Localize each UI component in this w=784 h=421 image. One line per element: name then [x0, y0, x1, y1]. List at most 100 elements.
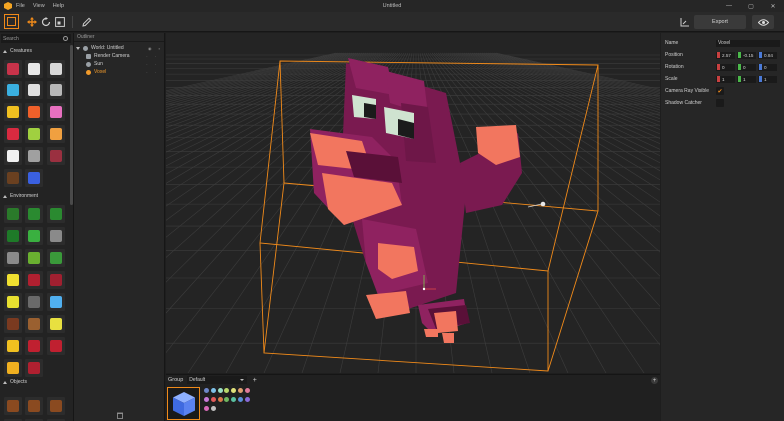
color-swatch[interactable]: [244, 388, 250, 393]
color-swatch[interactable]: [224, 397, 230, 402]
color-swatch[interactable]: [231, 397, 237, 402]
library-asset-thumbnail[interactable]: [4, 125, 22, 143]
color-swatch[interactable]: [237, 388, 243, 393]
visibility-lock-controls[interactable]: ◉ ▪: [148, 46, 163, 51]
3d-viewport[interactable]: [166, 33, 660, 373]
camera-ray-checkbox[interactable]: ✔: [716, 87, 724, 95]
viewport-canvas[interactable]: [166, 33, 660, 373]
library-asset-thumbnail[interactable]: [47, 249, 65, 267]
library-asset-thumbnail[interactable]: [47, 315, 65, 333]
section-objects[interactable]: Objects: [3, 379, 27, 385]
color-swatch[interactable]: [204, 406, 209, 411]
select-tool-button[interactable]: [4, 14, 19, 29]
library-asset-thumbnail[interactable]: [4, 103, 22, 121]
color-swatch[interactable]: [210, 388, 216, 393]
axes-button[interactable]: [680, 17, 690, 27]
close-button[interactable]: ✕: [762, 0, 784, 12]
library-asset-thumbnail[interactable]: [4, 397, 22, 415]
section-creatures[interactable]: Creatures: [3, 48, 32, 54]
rotation-y-field[interactable]: 0: [737, 63, 756, 71]
library-asset-thumbnail[interactable]: [4, 81, 22, 99]
library-asset-thumbnail[interactable]: [47, 60, 65, 78]
preview-button[interactable]: [752, 15, 774, 29]
library-asset-thumbnail[interactable]: [47, 103, 65, 121]
export-button[interactable]: Export: [694, 15, 746, 29]
row-controls[interactable]: · ·: [146, 70, 159, 75]
library-asset-thumbnail[interactable]: [47, 205, 65, 223]
library-asset-thumbnail[interactable]: [4, 315, 22, 333]
library-asset-thumbnail[interactable]: [25, 147, 43, 165]
row-controls[interactable]: · ·: [146, 62, 159, 67]
library-asset-thumbnail[interactable]: [47, 337, 65, 355]
outliner-item-world[interactable]: World: Untitled ◉ ▪: [74, 44, 164, 52]
position-y-field[interactable]: -0.15: [737, 51, 756, 59]
library-asset-thumbnail[interactable]: [4, 147, 22, 165]
library-asset-thumbnail[interactable]: [25, 169, 43, 187]
library-asset-thumbnail[interactable]: [47, 227, 65, 245]
section-environment[interactable]: Environment: [3, 193, 38, 199]
search-input[interactable]: Search: [1, 34, 71, 43]
position-x-field[interactable]: 2.57: [716, 51, 735, 59]
library-asset-thumbnail[interactable]: [25, 81, 43, 99]
library-asset-thumbnail[interactable]: [4, 359, 22, 377]
library-asset-thumbnail[interactable]: [47, 125, 65, 143]
shadow-catcher-checkbox[interactable]: [716, 99, 724, 107]
row-controls[interactable]: · ·: [146, 54, 159, 59]
library-asset-thumbnail[interactable]: [4, 169, 22, 187]
color-swatch[interactable]: [217, 397, 223, 402]
library-asset-thumbnail[interactable]: [47, 397, 65, 415]
library-asset-thumbnail[interactable]: [47, 147, 65, 165]
library-asset-thumbnail[interactable]: [4, 60, 22, 78]
color-swatch[interactable]: [231, 388, 237, 393]
library-asset-thumbnail[interactable]: [25, 249, 43, 267]
move-tool-button[interactable]: [25, 15, 38, 28]
library-asset-thumbnail[interactable]: [25, 227, 43, 245]
menu-view[interactable]: View: [33, 3, 45, 9]
rotation-z-field[interactable]: 0: [758, 63, 777, 71]
color-swatch[interactable]: [204, 388, 209, 393]
rotate-tool-button[interactable]: [39, 15, 52, 28]
add-group-button[interactable]: +: [251, 377, 258, 384]
name-field[interactable]: Voxel: [716, 39, 780, 47]
library-asset-thumbnail[interactable]: [25, 125, 43, 143]
outliner-item-voxel[interactable]: Voxel · ·: [74, 68, 164, 76]
minimize-button[interactable]: —: [718, 0, 740, 12]
menu-file[interactable]: File: [16, 3, 25, 9]
rotation-x-field[interactable]: 0: [716, 63, 735, 71]
material-thumbnail[interactable]: [167, 387, 200, 420]
maximize-button[interactable]: ▢: [740, 0, 762, 12]
group-select[interactable]: Default: [187, 376, 248, 384]
add-material-button[interactable]: +: [651, 377, 658, 384]
library-asset-thumbnail[interactable]: [47, 293, 65, 311]
pencil-tool-button[interactable]: [80, 15, 93, 28]
color-swatch[interactable]: [210, 406, 216, 411]
outliner-item-render-camera[interactable]: Render Camera · ·: [74, 52, 164, 60]
library-asset-thumbnail[interactable]: [25, 337, 43, 355]
library-asset-thumbnail[interactable]: [4, 337, 22, 355]
trash-icon[interactable]: [117, 412, 123, 419]
library-asset-thumbnail[interactable]: [25, 397, 43, 415]
color-swatch[interactable]: [237, 397, 243, 402]
library-asset-thumbnail[interactable]: [47, 81, 65, 99]
library-asset-thumbnail[interactable]: [4, 271, 22, 289]
library-asset-thumbnail[interactable]: [4, 249, 22, 267]
scale-tool-button[interactable]: [53, 15, 66, 28]
library-asset-thumbnail[interactable]: [25, 271, 43, 289]
color-swatch[interactable]: [224, 388, 230, 393]
outliner-item-sun[interactable]: Sun · ·: [74, 60, 164, 68]
voxel-creature-model[interactable]: [310, 58, 522, 343]
library-asset-thumbnail[interactable]: [47, 271, 65, 289]
library-asset-thumbnail[interactable]: [25, 205, 43, 223]
library-asset-thumbnail[interactable]: [4, 227, 22, 245]
color-swatch[interactable]: [244, 397, 250, 402]
color-swatch[interactable]: [217, 388, 223, 393]
library-asset-thumbnail[interactable]: [25, 359, 43, 377]
scale-x-field[interactable]: 1: [716, 75, 735, 83]
library-asset-thumbnail[interactable]: [4, 293, 22, 311]
library-asset-thumbnail[interactable]: [25, 103, 43, 121]
color-swatch[interactable]: [204, 397, 209, 402]
color-swatch[interactable]: [210, 397, 216, 402]
library-asset-thumbnail[interactable]: [4, 205, 22, 223]
library-scrollbar[interactable]: [70, 45, 73, 205]
menu-help[interactable]: Help: [53, 3, 64, 9]
